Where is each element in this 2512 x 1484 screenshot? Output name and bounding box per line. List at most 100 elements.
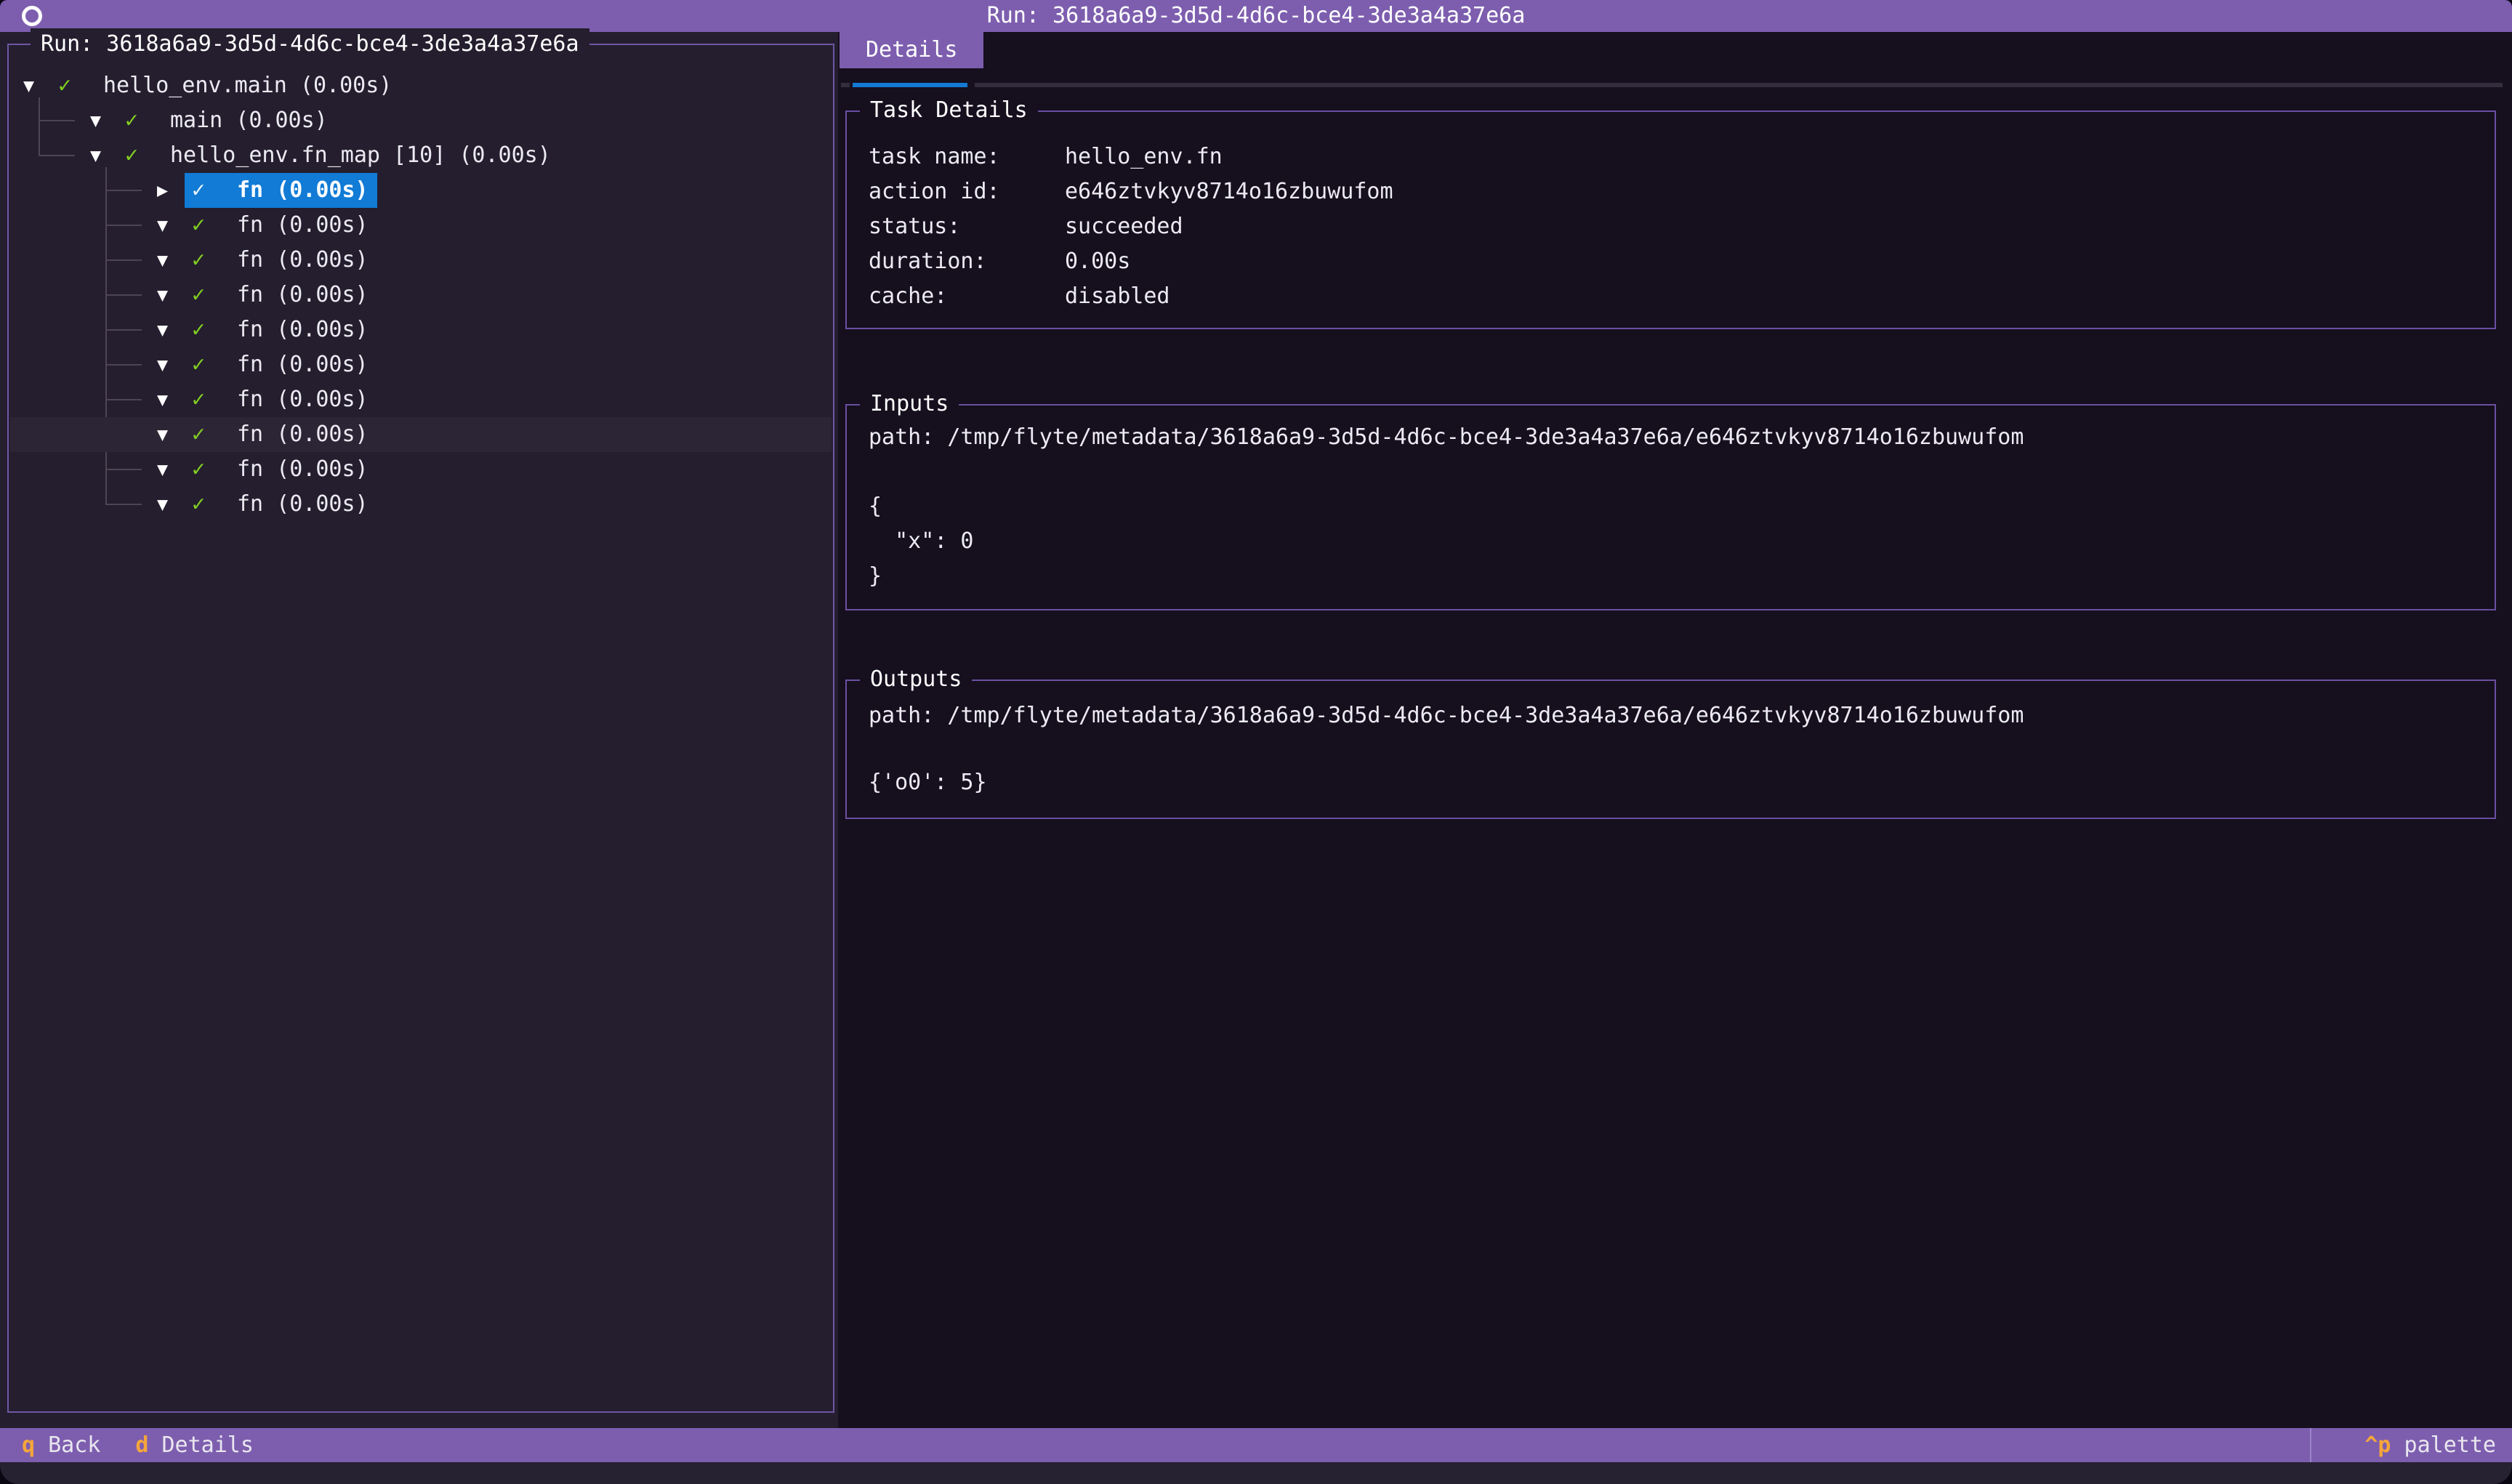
success-check-icon: ✓ [58, 68, 103, 103]
tree-item[interactable]: ▼✓fn (0.00s) [10, 312, 832, 347]
title-bar: Run: 3618a6a9-3d5d-4d6c-bce4-3de3a4a37e6… [0, 0, 2512, 32]
inputs-json: { "x": 0 } [869, 489, 2495, 594]
tree-item-label: fn (0.00s) [237, 243, 369, 278]
hotkey-label: Back [35, 1432, 100, 1458]
expanded-arrow-icon[interactable]: ▼ [157, 347, 192, 382]
tree-item[interactable]: ▼✓fn (0.00s) [10, 452, 832, 487]
expanded-arrow-icon[interactable]: ▼ [157, 312, 192, 347]
detail-row: action id:e646ztvkyv8714o16zbuwufom [869, 174, 2495, 209]
expanded-arrow-icon[interactable]: ▼ [157, 452, 192, 487]
expanded-arrow-icon[interactable]: ▼ [90, 103, 125, 138]
inputs-box: Inputs path: /tmp/flyte/metadata/3618a6a… [845, 404, 2496, 610]
task-details-title: Task Details [860, 94, 1038, 126]
tree-item[interactable]: ▼✓fn (0.00s) [10, 382, 832, 417]
tree-item[interactable]: ▼✓main (0.00s) [10, 103, 832, 138]
statusbar-right: ^p palette [2364, 1428, 2496, 1462]
detail-row: task name:hello_env.fn [869, 140, 2495, 174]
expanded-arrow-icon[interactable]: ▼ [157, 278, 192, 312]
tree-item-label: fn (0.00s) [237, 347, 369, 382]
detail-value: disabled [1065, 279, 1170, 314]
success-check-icon: ✓ [192, 347, 237, 382]
tree-item[interactable]: ▼✓hello_env.fn_map [10] (0.00s) [10, 138, 832, 173]
details-region: Details Task Details task name:hello_env… [838, 32, 2512, 1428]
outputs-box: Outputs path: /tmp/flyte/metadata/3618a6… [845, 680, 2496, 819]
tab-active-indicator [853, 83, 967, 87]
run-title: Run: 3618a6a9-3d5d-4d6c-bce4-3de3a4a37e6… [0, 0, 2512, 32]
app-window: Run: 3618a6a9-3d5d-4d6c-bce4-3de3a4a37e6… [0, 0, 2512, 1484]
tree-item-label: fn (0.00s) [237, 452, 369, 487]
expanded-arrow-icon[interactable]: ▼ [157, 382, 192, 417]
tree-item-label: fn (0.00s) [237, 278, 369, 312]
tree-item[interactable]: ▼✓fn (0.00s) [10, 347, 832, 382]
statusbar-divider [2310, 1428, 2311, 1462]
tree-item-label: fn (0.00s) [237, 487, 369, 522]
tree-item[interactable]: ▼✓fn (0.00s) [10, 487, 832, 522]
outputs-path: path: /tmp/flyte/metadata/3618a6a9-3d5d-… [869, 698, 2495, 733]
tree-item[interactable]: ▼✓fn (0.00s) [10, 417, 832, 452]
outputs-value: {'o0': 5} [869, 765, 2495, 800]
tree-item-label: fn (0.00s) [237, 208, 369, 243]
detail-value: succeeded [1065, 209, 1183, 244]
tree-item-label: hello_env.main (0.00s) [103, 68, 392, 103]
task-details-rows: task name:hello_env.fnaction id:e646ztvk… [869, 140, 2495, 314]
hotkey-d[interactable]: d Details [135, 1428, 254, 1462]
expanded-arrow-icon[interactable]: ▼ [157, 417, 192, 452]
tree-item[interactable]: ▼✓hello_env.main (0.00s) [10, 68, 832, 103]
success-check-icon: ✓ [192, 382, 237, 417]
status-bar: q Back d Details ^p palette [0, 1428, 2512, 1462]
tree-item[interactable]: ▶✓fn (0.00s) [10, 173, 832, 208]
success-check-icon: ✓ [192, 208, 237, 243]
success-check-icon: ✓ [192, 173, 237, 208]
tree-item-label: fn (0.00s) [237, 173, 369, 208]
tab-underline-edge [841, 83, 850, 87]
window-bottom-edge [0, 1462, 2512, 1484]
tree-item[interactable]: ▼✓fn (0.00s) [10, 208, 832, 243]
statusbar-left: q Back d Details [22, 1428, 254, 1462]
detail-label: duration: [869, 244, 1065, 279]
success-check-icon: ✓ [192, 278, 237, 312]
expanded-arrow-icon[interactable]: ▼ [23, 68, 58, 103]
tree-item-label: hello_env.fn_map [10] (0.00s) [170, 138, 551, 173]
hotkey-ctrl-p[interactable]: ^p palette [2364, 1428, 2496, 1462]
detail-row: cache:disabled [869, 279, 2495, 314]
expanded-arrow-icon[interactable]: ▼ [157, 243, 192, 278]
tree-item-label: fn (0.00s) [237, 312, 369, 347]
hotkey-letter: ^p [2364, 1432, 2391, 1458]
inputs-path: path: /tmp/flyte/metadata/3618a6a9-3d5d-… [869, 420, 2495, 455]
detail-label: cache: [869, 279, 1065, 314]
tree-item[interactable]: ▼✓fn (0.00s) [10, 278, 832, 312]
hotkey-q[interactable]: q Back [22, 1428, 100, 1462]
tree-rows: ▼✓hello_env.main (0.00s)▼✓main (0.00s)▼✓… [9, 45, 833, 1411]
detail-label: action id: [869, 174, 1065, 209]
success-check-icon: ✓ [192, 243, 237, 278]
detail-label: task name: [869, 140, 1065, 174]
tree-item-label: fn (0.00s) [237, 382, 369, 417]
hotkey-label: Details [148, 1432, 254, 1458]
hotkey-letter: q [22, 1432, 35, 1458]
detail-value: 0.00s [1065, 244, 1130, 279]
tree-item-label: main (0.00s) [170, 103, 328, 138]
task-details-box: Task Details task name:hello_env.fnactio… [845, 110, 2496, 329]
hotkey-label: palette [2391, 1432, 2497, 1458]
expanded-arrow-icon[interactable]: ▼ [157, 208, 192, 243]
outputs-title: Outputs [860, 664, 972, 695]
detail-value: e646ztvkyv8714o16zbuwufom [1065, 174, 1393, 209]
expanded-arrow-icon[interactable]: ▼ [157, 487, 192, 522]
tree-item-label: fn (0.00s) [237, 417, 369, 452]
success-check-icon: ✓ [192, 417, 237, 452]
expanded-arrow-icon[interactable]: ▼ [90, 138, 125, 173]
detail-row: duration:0.00s [869, 244, 2495, 279]
run-tree-panel: Run: 3618a6a9-3d5d-4d6c-bce4-3de3a4a37e6… [7, 44, 834, 1413]
detail-row: status:succeeded [869, 209, 2495, 244]
tree-item-selection: ✓fn (0.00s) [185, 173, 377, 208]
hotkey-letter: d [135, 1432, 148, 1458]
success-check-icon: ✓ [192, 452, 237, 487]
detail-label: status: [869, 209, 1065, 244]
success-check-icon: ✓ [125, 138, 170, 173]
tab-underline [975, 83, 2503, 87]
tree-item[interactable]: ▼✓fn (0.00s) [10, 243, 832, 278]
success-check-icon: ✓ [192, 312, 237, 347]
left-region: Run: 3618a6a9-3d5d-4d6c-bce4-3de3a4a37e6… [0, 32, 838, 1428]
tab-details[interactable]: Details [840, 32, 983, 68]
detail-value: hello_env.fn [1065, 140, 1223, 174]
